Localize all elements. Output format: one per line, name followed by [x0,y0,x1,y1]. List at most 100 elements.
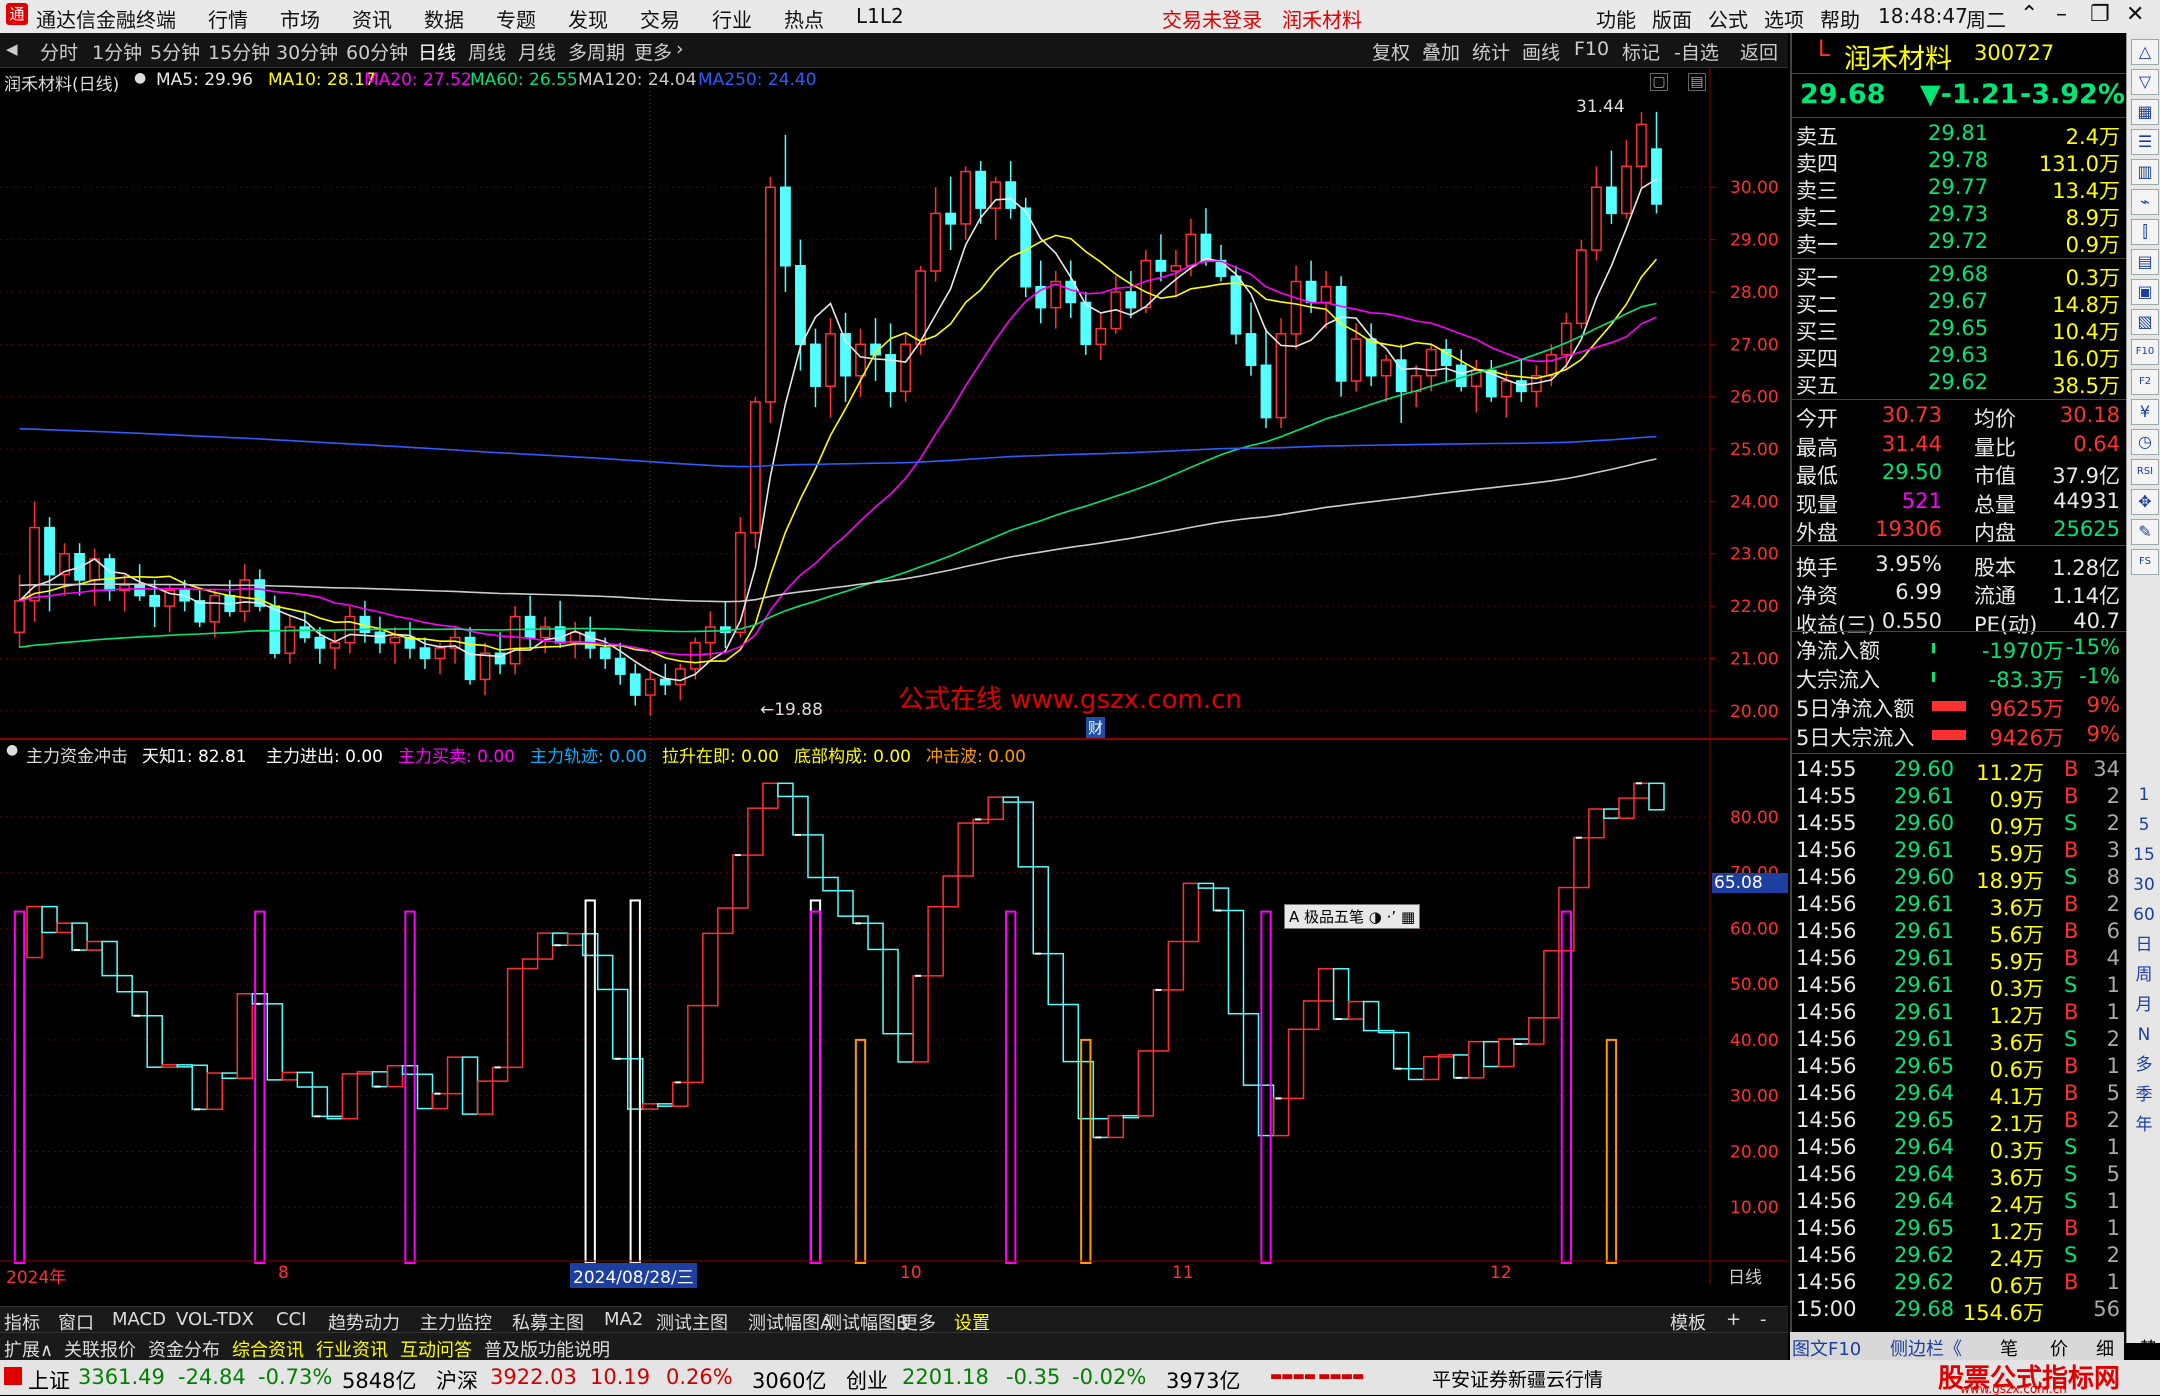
tool-f10[interactable]: F10 [1574,38,1609,60]
period-day[interactable]: 日线 [418,38,456,65]
menu-faxian[interactable]: 发现 [568,4,608,33]
chevron-up-icon[interactable]: ⌃ [2020,2,2038,27]
expand-icon[interactable]: ▢ [1650,73,1668,91]
menu-hangye[interactable]: 行业 [712,4,752,33]
sidebar-period-1[interactable]: 5 [2131,813,2157,837]
menu-shichang[interactable]: 市场 [280,4,320,33]
tool-fanhui[interactable]: 返回 [1740,38,1778,65]
extension-tab-6[interactable]: 普及版功能说明 [484,1336,610,1362]
tool-tongji[interactable]: 统计 [1472,38,1510,65]
period-fenshi[interactable]: 分时 [40,38,78,65]
up-arrow-icon[interactable]: △ [2131,39,2159,65]
fin-icon[interactable]: ▣ [2131,279,2159,305]
sub-settings-dot-icon[interactable]: ● [6,742,18,758]
extension-tab-5[interactable]: 互动问答 [400,1336,472,1362]
extension-tab-0[interactable]: 扩展∧ [4,1336,53,1362]
menu-xuanxiang[interactable]: 选项 [1764,4,1804,33]
menu-redian[interactable]: 热点 [784,4,824,33]
kline-svg[interactable]: 30.00 29.00 28.00 27.00 26.00 25.00 24.00 23.00… [0,67,1788,1285]
tool-zixuan[interactable]: -自选 [1674,38,1719,65]
period-more[interactable]: 更多 [634,38,672,65]
money-icon[interactable]: ¥ [2131,399,2159,425]
menu-shuju[interactable]: 数据 [424,4,464,33]
sidebar-period-7[interactable]: 月 [2131,993,2157,1017]
extension-tab-2[interactable]: 资金分布 [148,1336,220,1362]
tool-fuquan[interactable]: 复权 [1372,38,1410,65]
tool-biaoji[interactable]: 标记 [1622,38,1660,65]
sidebar-period-11[interactable]: 年 [2131,1113,2157,1137]
sidebar-period-8[interactable]: N [2131,1023,2157,1047]
sidebar-period-0[interactable]: 1 [2131,783,2157,807]
trade-login-notice[interactable]: 交易未登录 [1162,4,1262,33]
bars-icon[interactable]: ▥ [2131,159,2159,185]
period-15min[interactable]: 15分钟 [208,38,270,65]
table-icon[interactable]: ▧ [2131,309,2159,335]
idx1-name[interactable]: 上证 [28,1365,70,1395]
idx2-name[interactable]: 沪深 [436,1365,478,1395]
rsi-icon[interactable]: RSI [2131,459,2159,485]
tool-huaxian[interactable]: 画线 [1522,38,1560,65]
quote-tab-5[interactable]: 势 [2140,1335,2158,1361]
extension-tab-1[interactable]: 关联报价 [64,1336,136,1362]
period-30min[interactable]: 30分钟 [276,38,338,65]
clock-icon[interactable]: ◷ [2131,429,2159,455]
sidebar-period-4[interactable]: 60 [2131,903,2157,927]
sidebar-period-9[interactable]: 多 [2131,1053,2157,1077]
tool-diejia[interactable]: 叠加 [1422,38,1460,65]
sidebar-period-10[interactable]: 季 [2131,1083,2157,1107]
menu-zhuanti[interactable]: 专题 [496,4,536,33]
period-multi[interactable]: 多周期 [568,38,625,65]
period-week[interactable]: 周线 [468,38,506,65]
idx3-name[interactable]: 创业 [846,1365,888,1395]
period-month[interactable]: 月线 [518,38,556,65]
candle-icon[interactable]: ⫿ [2131,219,2159,245]
separator [1792,631,2126,632]
quote-tab-0[interactable]: 图文F10 [1792,1335,1861,1361]
sidebar-period-6[interactable]: 周 [2131,963,2157,987]
collapse-left-icon[interactable]: ◀ [6,40,18,58]
down-arrow-icon[interactable]: ▽ [2131,69,2159,95]
sidebar-period-5[interactable]: 日 [2131,933,2157,957]
menu-zixun[interactable]: 资讯 [352,4,392,33]
minimize-icon[interactable]: – [2056,2,2067,27]
sidebar-period-2[interactable]: 15 [2131,843,2157,867]
ime-popup[interactable]: A 极品五笔 ◑ ·ʼ ▦ [1284,904,1421,929]
tick-volume: 5.6万 [1989,923,2044,947]
window-icon[interactable]: ▤ [1688,73,1706,91]
settings-dot-icon[interactable]: ● [134,70,146,86]
pen-icon[interactable]: ✎ [2131,519,2159,545]
list-icon[interactable]: ☰ [2131,129,2159,155]
indicator-tab-4[interactable]: CCI [276,1309,306,1330]
extension-tab-3[interactable]: 综合资讯 [232,1336,304,1362]
menu-gongneng[interactable]: 功能 [1596,4,1636,33]
finance-badge[interactable]: 财 [1086,717,1106,738]
sidebar-period-3[interactable]: 30 [2131,873,2157,897]
menu-bangzhu[interactable]: 帮助 [1820,4,1860,33]
menu-hangqing[interactable]: 行情 [208,4,248,33]
chevron-right-icon[interactable]: › [676,38,684,60]
f2-icon[interactable]: F2 [2131,369,2159,395]
indicator-tab-8[interactable]: MA2 [604,1309,643,1330]
period-5min[interactable]: 5分钟 [150,38,200,65]
main-y-tick-label: 23.00 [1730,545,1779,565]
indicator-tab-2[interactable]: MACD [112,1309,166,1330]
period-60min[interactable]: 60分钟 [346,38,408,65]
grid-icon[interactable]: ▦ [2131,99,2159,125]
f10-icon[interactable]: F10 [2131,339,2159,365]
menu-l1l2[interactable]: L1L2 [856,4,904,28]
indicator-tab-right-2[interactable]: - [1760,1309,1767,1330]
chart-icon[interactable]: ⌁ [2131,189,2159,215]
close-icon[interactable]: ✕ [2126,2,2144,27]
menu-gongshi[interactable]: 公式 [1708,4,1748,33]
restore-icon[interactable]: ❐ [2090,2,2110,27]
period-1min[interactable]: 1分钟 [92,38,142,65]
indicator-tab-right-1[interactable]: + [1726,1309,1741,1330]
menu-jiaoyi[interactable]: 交易 [640,4,680,33]
extension-tab-4[interactable]: 行业资讯 [316,1336,388,1362]
doc-icon[interactable]: ▤ [2131,249,2159,275]
chart-area[interactable]: 30.00 29.00 28.00 27.00 26.00 25.00 24.00 23.00… [0,67,1788,1288]
fs-icon[interactable]: FS [2131,549,2159,575]
menu-banmian[interactable]: 版面 [1652,4,1692,33]
move-icon[interactable]: ✥ [2131,489,2159,515]
indicator-tab-3[interactable]: VOL-TDX [176,1309,254,1330]
